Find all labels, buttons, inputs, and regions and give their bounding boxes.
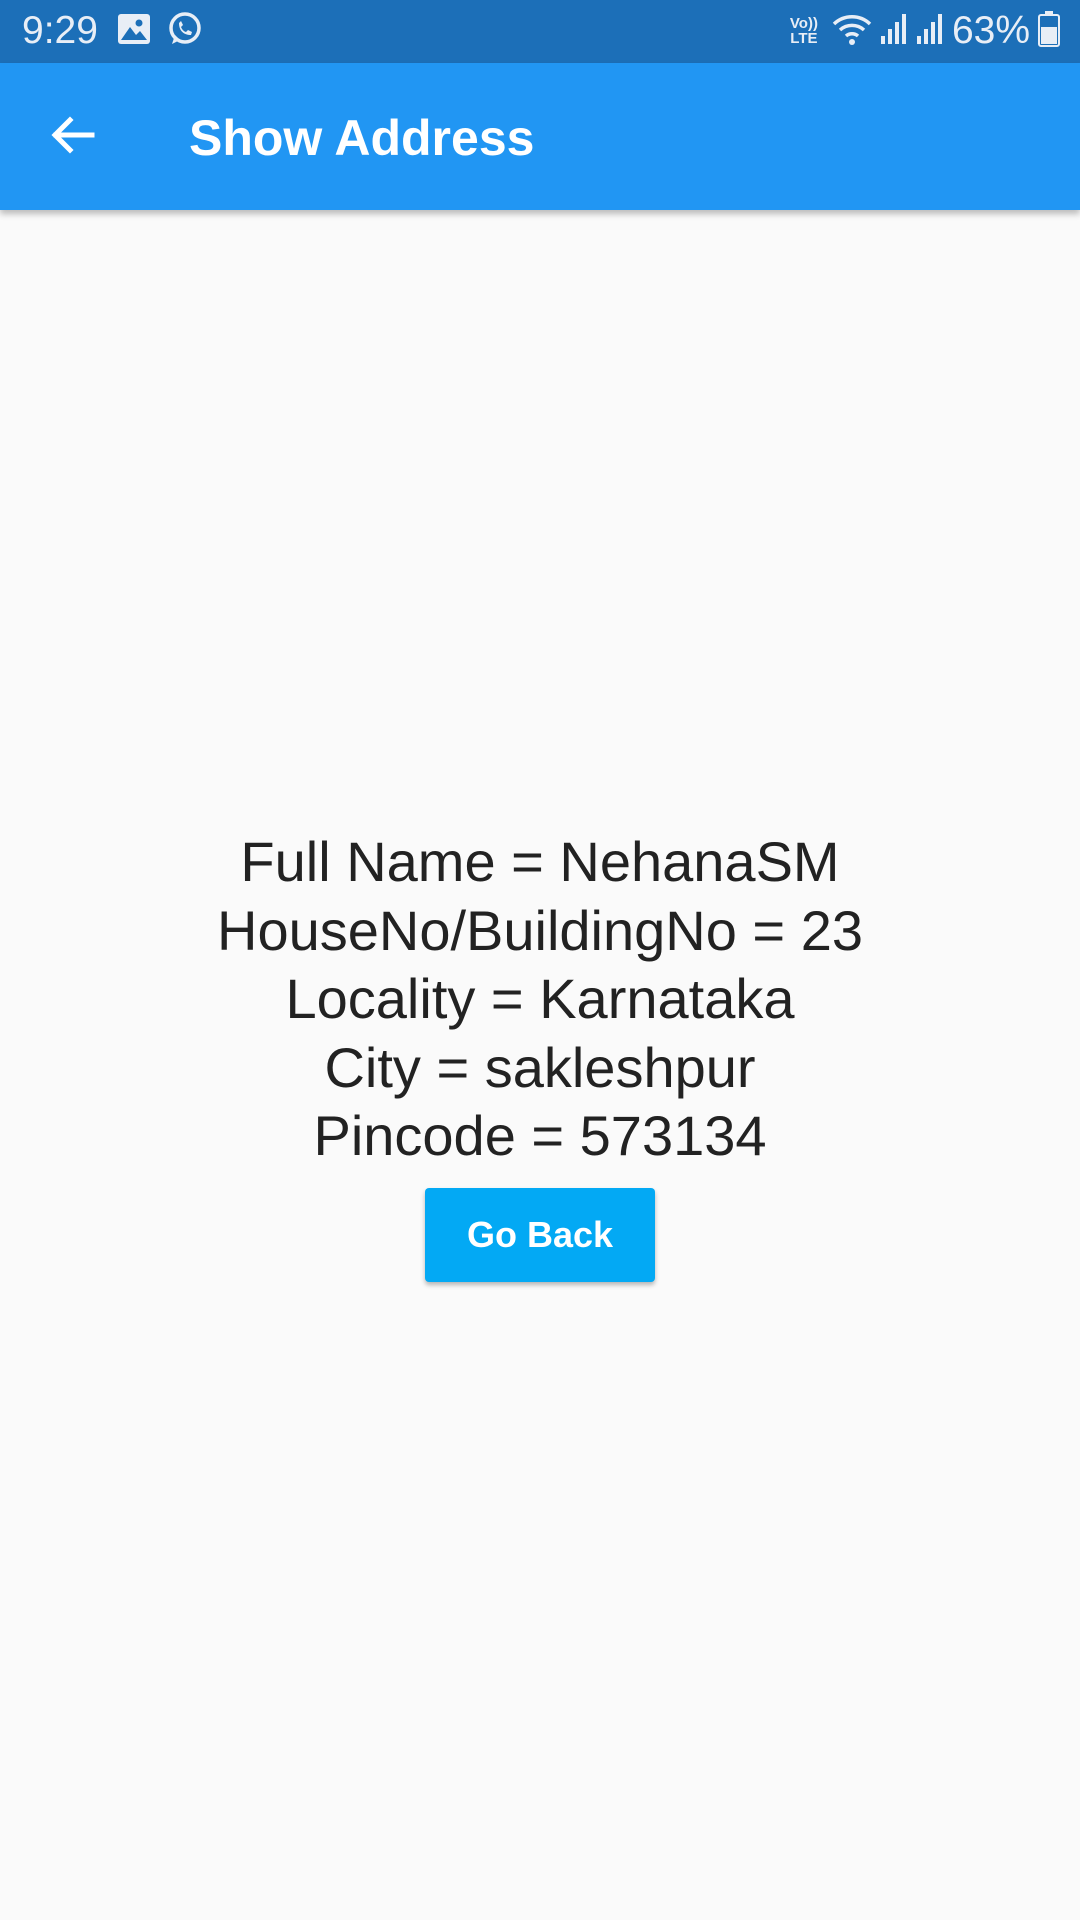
- signal-icon: [916, 12, 944, 51]
- app-bar: Show Address: [0, 63, 1080, 210]
- gallery-icon: [117, 13, 151, 50]
- volte-label-top: Vo)): [789, 15, 818, 32]
- city-text: City = sakleshpur: [324, 1035, 756, 1099]
- battery-percent: 63%: [951, 9, 1030, 52]
- page-title: Show Address: [189, 110, 535, 166]
- status-bar: 9:29 Vo)) LTE 63%: [0, 0, 1080, 63]
- battery-icon: [1038, 10, 1060, 52]
- whatsapp-icon: [167, 11, 203, 52]
- house-number-text: HouseNo/BuildingNo = 23: [217, 898, 863, 962]
- pincode-text: Pincode = 573134: [313, 1104, 767, 1167]
- back-button[interactable]: [42, 107, 102, 167]
- go-back-button[interactable]: Go Back: [425, 1188, 655, 1282]
- status-time: 9:29: [22, 9, 98, 52]
- wifi-icon: [832, 12, 872, 51]
- volte-label-bottom: LTE: [790, 30, 818, 47]
- volte-icon: Vo)) LTE: [790, 16, 818, 46]
- signal-icon: [880, 12, 908, 51]
- notification-icons: [117, 11, 203, 52]
- address-details: Full Name = NehanaSM HouseNo/BuildingNo …: [0, 828, 1080, 1171]
- system-indicators: Vo)) LTE 63%: [790, 8, 1060, 54]
- arrow-back-icon: [48, 111, 96, 164]
- full-name-text: Full Name = NehanaSM: [240, 830, 840, 893]
- locality-text: Locality = Karnataka: [285, 967, 795, 1030]
